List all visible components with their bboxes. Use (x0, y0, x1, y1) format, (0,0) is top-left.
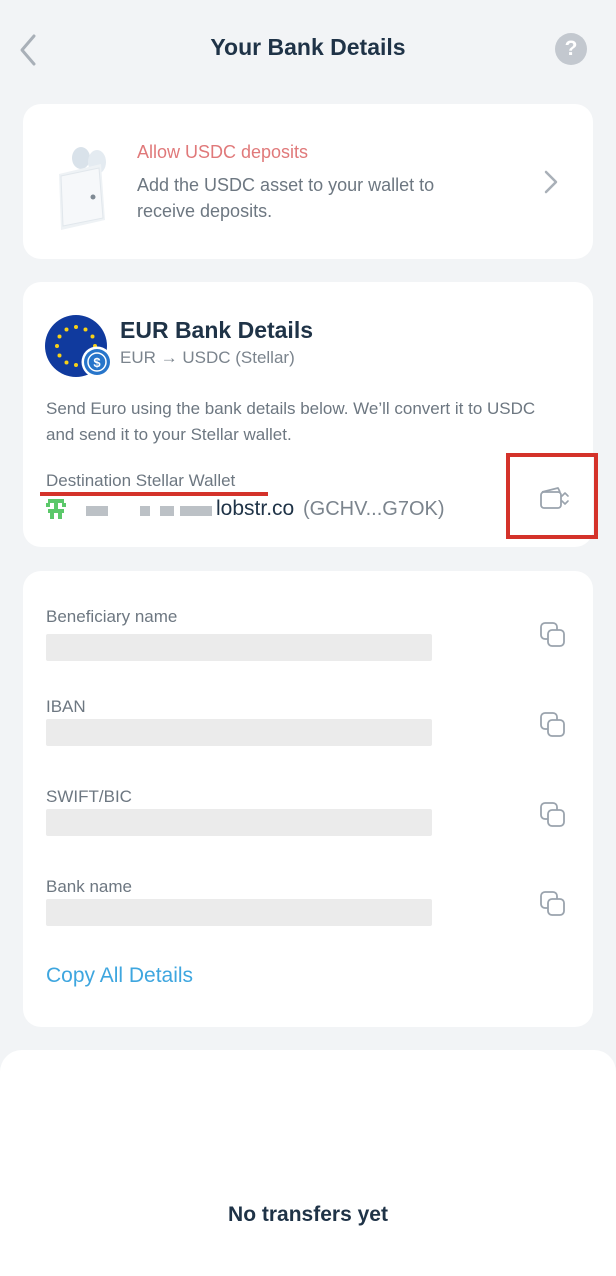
eur-details-subtitle: EUR → USDC (Stellar) (120, 348, 295, 367)
usdc-coin-icon: $ (81, 346, 113, 378)
redacted-text (180, 506, 212, 516)
wallet-domain: lobstr.co (216, 497, 295, 520)
empty-transfers-text: No transfers yet (228, 1203, 388, 1226)
bank-name-value (46, 899, 432, 926)
usdc-prompt-text: Add the USDC asset to your wallet to rec… (137, 175, 435, 221)
page-title: Your Bank Details (210, 34, 406, 60)
destination-wallet-value: lobstr.co (GCHV...G7OK) (46, 497, 516, 525)
wallet-identicon-icon (46, 499, 66, 519)
eur-details-description: Send Euro using the bank details below. … (46, 399, 536, 444)
copy-icon[interactable] (538, 620, 568, 650)
svg-text:$: $ (93, 355, 101, 370)
wallet-select-icon[interactable] (538, 484, 570, 512)
iban-value (46, 719, 432, 746)
bank-name-label: Bank name (46, 877, 132, 896)
eur-details-title: EUR Bank Details (120, 317, 314, 343)
copy-all-details-button[interactable]: Copy All Details (46, 964, 193, 988)
swift-bic-label: SWIFT/BIC (46, 787, 132, 806)
beneficiary-name-value (46, 634, 432, 661)
destination-wallet-label: Destination Stellar Wallet (46, 471, 236, 490)
swift-bic-value (46, 809, 432, 836)
help-button[interactable]: ? (555, 33, 587, 65)
wallet-public-key: (GCHV...G7OK) (303, 498, 445, 520)
beneficiary-name-label: Beneficiary name (46, 607, 178, 626)
header: Your Bank Details ? (0, 0, 616, 100)
transfers-sheet: No transfers yet (0, 1050, 616, 1276)
copy-icon[interactable] (538, 710, 568, 740)
bank-fields-card: Beneficiary name IBAN SWIFT/BIC Bank nam… (23, 571, 593, 1027)
chevron-right-icon (544, 170, 558, 194)
highlight-underline (40, 492, 268, 496)
iban-label: IBAN (46, 697, 86, 716)
allow-usdc-card[interactable]: Allow USDC deposits Add the USDC asset t… (23, 104, 593, 259)
redacted-text (140, 506, 150, 516)
wallet-illustration-icon (59, 147, 106, 230)
redacted-text (160, 506, 174, 516)
redacted-text (86, 506, 108, 516)
usdc-prompt-title: Allow USDC deposits (137, 142, 309, 162)
copy-icon[interactable] (538, 800, 568, 830)
copy-icon[interactable] (538, 889, 568, 919)
